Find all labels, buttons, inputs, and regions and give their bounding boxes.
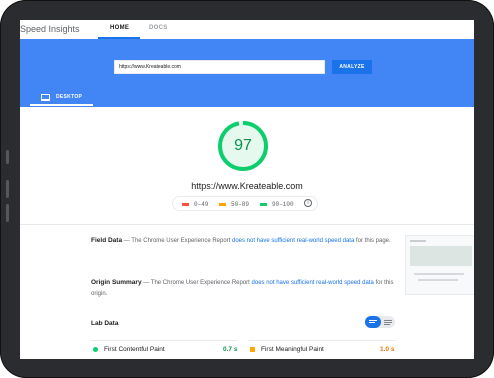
- average-marker: [219, 203, 226, 206]
- desktop-icon: [41, 93, 50, 101]
- performance-score: 97: [234, 137, 252, 154]
- divider: [20, 224, 474, 225]
- metric-fmp: First Meaningful Paint: [250, 346, 324, 353]
- detail-view-button[interactable]: [381, 316, 395, 328]
- view-toggle[interactable]: [365, 316, 395, 328]
- thumbnail-line: [418, 279, 458, 281]
- side-button: [6, 204, 9, 222]
- average-status-icon: [250, 347, 255, 352]
- metric-divider: [91, 340, 238, 341]
- analyzed-url: https://www.Kreateable.com: [191, 181, 303, 191]
- legend-item-good: 90–100: [260, 201, 294, 208]
- origin-summary-section: Origin Summary — The Chrome User Experie…: [91, 277, 396, 300]
- metric-fcp: First Contentful Paint: [93, 346, 165, 353]
- metric-label: First Contentful Paint: [104, 346, 165, 353]
- thumbnail-hero: [410, 246, 472, 266]
- metric-divider: [249, 340, 396, 341]
- thumbnail-logo: [410, 240, 426, 242]
- screen: Speed Insights HOME DOCS ANALYZE DESKTOP…: [20, 20, 474, 359]
- tab-home[interactable]: HOME: [110, 25, 129, 31]
- side-button: [6, 150, 9, 164]
- legend-range: 50–89: [231, 201, 250, 208]
- list-view-button[interactable]: [365, 316, 381, 328]
- tab-desktop[interactable]: DESKTOP: [41, 92, 82, 102]
- metric-value: 1.0 s: [380, 346, 395, 353]
- brand-title: Speed Insights: [20, 24, 80, 34]
- legend-item-average: 50–89: [219, 201, 249, 208]
- lab-data-title: Lab Data: [91, 320, 119, 327]
- page-screenshot-thumbnail: [405, 235, 474, 295]
- good-marker: [260, 203, 267, 206]
- field-data-text: — The Chrome User Experience Report: [122, 238, 232, 244]
- list-view-icon: [369, 319, 377, 323]
- field-data-link[interactable]: does not have sufficient real-world spee…: [232, 238, 354, 244]
- tablet-frame: Speed Insights HOME DOCS ANALYZE DESKTOP…: [0, 0, 494, 378]
- search-header: ANALYZE DESKTOP: [20, 39, 474, 107]
- metric-label: First Meaningful Paint: [261, 346, 324, 353]
- detail-view-icon: [384, 319, 392, 325]
- origin-summary-text: — The Chrome User Experience Report: [141, 280, 252, 286]
- good-status-icon: [93, 347, 98, 352]
- origin-summary-title: Origin Summary: [91, 279, 142, 286]
- legend-range: 0–49: [194, 201, 209, 208]
- top-nav: Speed Insights HOME DOCS: [20, 20, 474, 39]
- field-data-text-end: for this page.: [354, 238, 391, 244]
- poor-marker: [182, 203, 189, 206]
- url-input[interactable]: [114, 60, 325, 74]
- score-legend: 0–49 50–89 90–100 i: [172, 196, 318, 211]
- analyze-button[interactable]: ANALYZE: [332, 60, 372, 74]
- legend-range: 90–100: [272, 201, 294, 208]
- legend-item-poor: 0–49: [182, 201, 208, 208]
- info-icon[interactable]: i: [304, 199, 312, 207]
- tab-desktop-indicator: [30, 104, 93, 106]
- tab-docs[interactable]: DOCS: [149, 25, 168, 31]
- thumbnail-line: [414, 273, 464, 275]
- metric-value: 0.7 s: [223, 346, 238, 353]
- field-data-section: Field Data — The Chrome User Experience …: [91, 235, 396, 247]
- origin-summary-link[interactable]: does not have sufficient real-world spee…: [252, 280, 374, 286]
- field-data-title: Field Data: [91, 237, 123, 244]
- tab-desktop-label: DESKTOP: [56, 94, 83, 100]
- side-button: [6, 180, 9, 198]
